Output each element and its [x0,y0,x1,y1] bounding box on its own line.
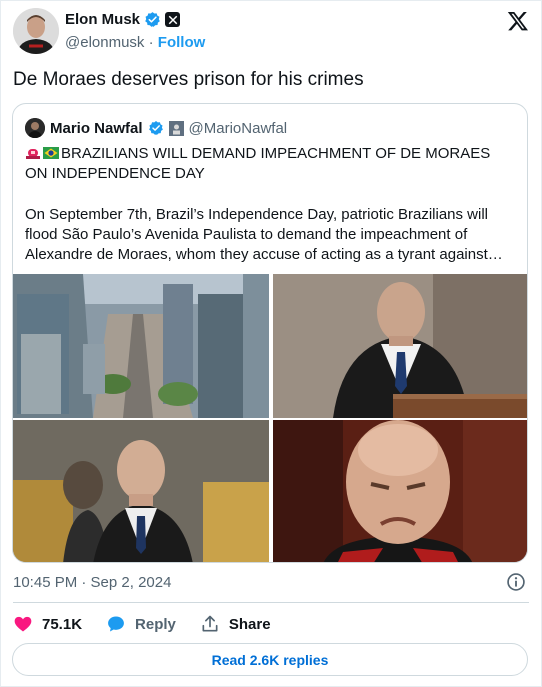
tweet-timestamp[interactable]: 10:45 PM · Sep 2, 2024 [13,574,171,591]
author-handle[interactable]: @elonmusk [65,34,144,51]
heart-icon [14,616,32,632]
quoted-author-handle: @MarioNawfal [188,119,288,137]
quoted-tweet-body: On September 7th, Brazil’s Independence … [25,206,503,263]
quoted-media-grid [13,274,527,562]
reply-button[interactable]: Reply [106,614,176,634]
media-de-moraes-closeup[interactable] [273,420,527,562]
author-avatar[interactable] [13,8,59,54]
quoted-affiliation-badge-icon [168,120,184,136]
quoted-tweet-headline: BRAZILIANS WILL DEMAND IMPEACHMENT OF DE… [25,144,515,184]
quoted-tweet-title: BRAZILIANS WILL DEMAND IMPEACHMENT OF DE… [25,145,491,182]
handle-row: @elonmusk · Follow [65,34,205,51]
divider [13,602,529,603]
x-logo-icon[interactable] [507,10,529,32]
handle-separator: · [148,34,154,51]
reply-bubble-icon [108,616,124,632]
follow-button[interactable]: Follow [158,34,206,51]
author-name-row: Elon Musk [65,11,181,28]
share-label: Share [228,615,271,633]
quoted-author-avatar [25,118,45,138]
share-button[interactable]: Share [200,614,271,634]
brazil-flag-emoji [43,147,59,159]
verified-badge-icon [148,121,163,135]
media-avenida-paulista-aerial[interactable] [13,274,269,418]
read-replies-button[interactable]: Read 2.6K replies [12,643,528,676]
tweet-embed-card: Elon Musk @elonmusk · Follow De Moraes d… [0,0,542,687]
reply-label: Reply [135,615,176,633]
quoted-author-name: Mario Nawfal [50,119,143,137]
author-name[interactable]: Elon Musk [65,11,140,28]
siren-emoji [26,149,40,159]
quoted-tweet-header: Mario Nawfal @MarioNawfal [25,118,287,138]
tweet-header: Elon Musk @elonmusk · Follow [13,8,531,56]
quoted-tweet[interactable]: Mario Nawfal @MarioNawfal BRAZILIANS WIL… [12,103,528,563]
share-icon [202,615,218,632]
tweet-actions: 75.1K Reply Share [13,611,295,637]
verified-badge-icon [145,12,160,27]
info-icon[interactable] [506,572,526,592]
x-affiliation-badge-icon [165,12,181,27]
media-de-moraes-seated[interactable] [13,420,269,562]
tweet-text: De Moraes deserves prison for his crimes [13,69,364,90]
like-count: 75.1K [42,615,83,633]
media-de-moraes-podium[interactable] [273,274,527,418]
like-button[interactable]: 75.1K [13,614,82,634]
